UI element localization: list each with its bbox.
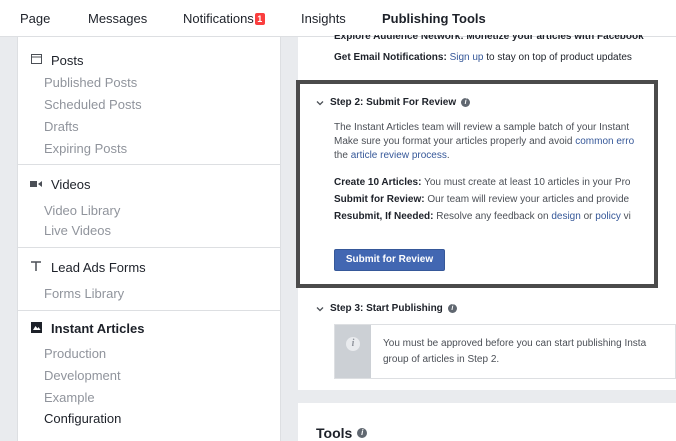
sidebar-item-video-library[interactable]: Video Library — [44, 203, 120, 218]
instant-articles-icon — [30, 321, 42, 336]
sidebar: Posts Published Posts Scheduled Posts Dr… — [17, 37, 281, 441]
tools-header: Tools i — [316, 425, 368, 441]
notice-sidebar: i — [335, 325, 371, 378]
sidebar-item-published-posts[interactable]: Published Posts — [44, 75, 137, 90]
tools-title: Tools — [316, 425, 353, 441]
tab-messages[interactable]: Messages — [88, 11, 147, 26]
top-navigation: Page Messages Notifications 1 Insights Pu… — [0, 0, 676, 37]
submit-review-label: Submit for Review: — [334, 194, 425, 205]
sidebar-section-instant-articles[interactable]: Instant Articles — [30, 321, 144, 336]
resubmit-row: Resubmit, If Needed: Resolve any feedbac… — [334, 211, 631, 222]
sidebar-item-drafts[interactable]: Drafts — [44, 119, 79, 134]
step-2-header[interactable]: Step 2: Submit For Review i — [316, 97, 471, 108]
article-review-process-link[interactable]: article review process — [351, 150, 447, 161]
tab-notifications[interactable]: Notifications 1 — [183, 11, 265, 26]
sidebar-divider — [18, 164, 280, 165]
step-2-title: Step 2: Submit For Review — [330, 97, 457, 108]
email-notifications-row: Get Email Notifications: Sign up to stay… — [334, 52, 632, 63]
tab-publishing-tools[interactable]: Publishing Tools — [382, 11, 486, 26]
step-2-description-line-2: Make sure you format your articles prope… — [334, 136, 635, 147]
sidebar-section-lead-ads-label: Lead Ads Forms — [51, 260, 146, 275]
sign-up-link[interactable]: Sign up — [450, 52, 484, 63]
sidebar-item-configuration[interactable]: Configuration — [44, 411, 121, 426]
step-2-description-line-1: The Instant Articles team will review a … — [334, 122, 630, 133]
step-3-title: Step 3: Start Publishing — [330, 303, 443, 314]
sidebar-section-instant-articles-label: Instant Articles — [51, 321, 145, 336]
tab-insights[interactable]: Insights — [301, 11, 346, 26]
design-link[interactable]: design — [551, 211, 580, 222]
tab-notifications-label: Notifications — [183, 11, 254, 26]
sidebar-item-development[interactable]: Development — [44, 368, 121, 383]
info-icon[interactable]: i — [461, 98, 471, 107]
tab-page[interactable]: Page — [20, 11, 50, 26]
sidebar-section-posts[interactable]: Posts — [30, 53, 84, 68]
sidebar-item-example[interactable]: Example — [44, 390, 95, 405]
notice-text-line-2: group of articles in Step 2. — [383, 354, 500, 365]
sidebar-item-live-videos[interactable]: Live Videos — [44, 223, 111, 238]
info-icon[interactable]: i — [357, 428, 368, 438]
video-icon — [30, 179, 42, 191]
common-errors-link[interactable]: common erro — [575, 136, 634, 147]
sidebar-section-videos-label: Videos — [51, 177, 91, 192]
resubmit-label: Resubmit, If Needed: — [334, 211, 434, 222]
sidebar-item-forms-library[interactable]: Forms Library — [44, 286, 124, 301]
notice-text-line-1: You must be approved before you can star… — [383, 338, 647, 349]
chevron-down-icon — [316, 100, 324, 105]
sidebar-item-production[interactable]: Production — [44, 346, 106, 361]
email-notifications-text: to stay on top of product updates — [486, 52, 632, 63]
email-notifications-label: Get Email Notifications: — [334, 52, 447, 63]
approval-notice: i You must be approved before you can st… — [334, 324, 676, 379]
submit-review-row: Submit for Review: Our team will review … — [334, 194, 630, 205]
create-articles-label: Create 10 Articles: — [334, 177, 422, 188]
sidebar-section-videos[interactable]: Videos — [30, 177, 91, 192]
sidebar-item-expiring-posts[interactable]: Expiring Posts — [44, 141, 127, 156]
sidebar-section-lead-ads-forms[interactable]: Lead Ads Forms — [30, 260, 146, 275]
info-icon: i — [346, 337, 360, 351]
filter-icon — [30, 261, 42, 274]
chevron-down-icon — [316, 306, 324, 311]
create-articles-row: Create 10 Articles: You must create at l… — [334, 177, 631, 188]
step-3-header[interactable]: Step 3: Start Publishing i — [316, 303, 457, 314]
step-2-description-line-3: the article review process. — [334, 150, 450, 161]
policy-link[interactable]: policy — [595, 211, 621, 222]
sidebar-divider — [18, 247, 280, 248]
posts-icon — [30, 54, 42, 67]
notification-badge: 1 — [254, 13, 265, 25]
sidebar-divider — [18, 310, 280, 311]
sidebar-item-scheduled-posts[interactable]: Scheduled Posts — [44, 97, 142, 112]
sidebar-section-posts-label: Posts — [51, 53, 84, 68]
submit-for-review-button[interactable]: Submit for Review — [334, 249, 445, 271]
info-icon[interactable]: i — [447, 304, 457, 313]
